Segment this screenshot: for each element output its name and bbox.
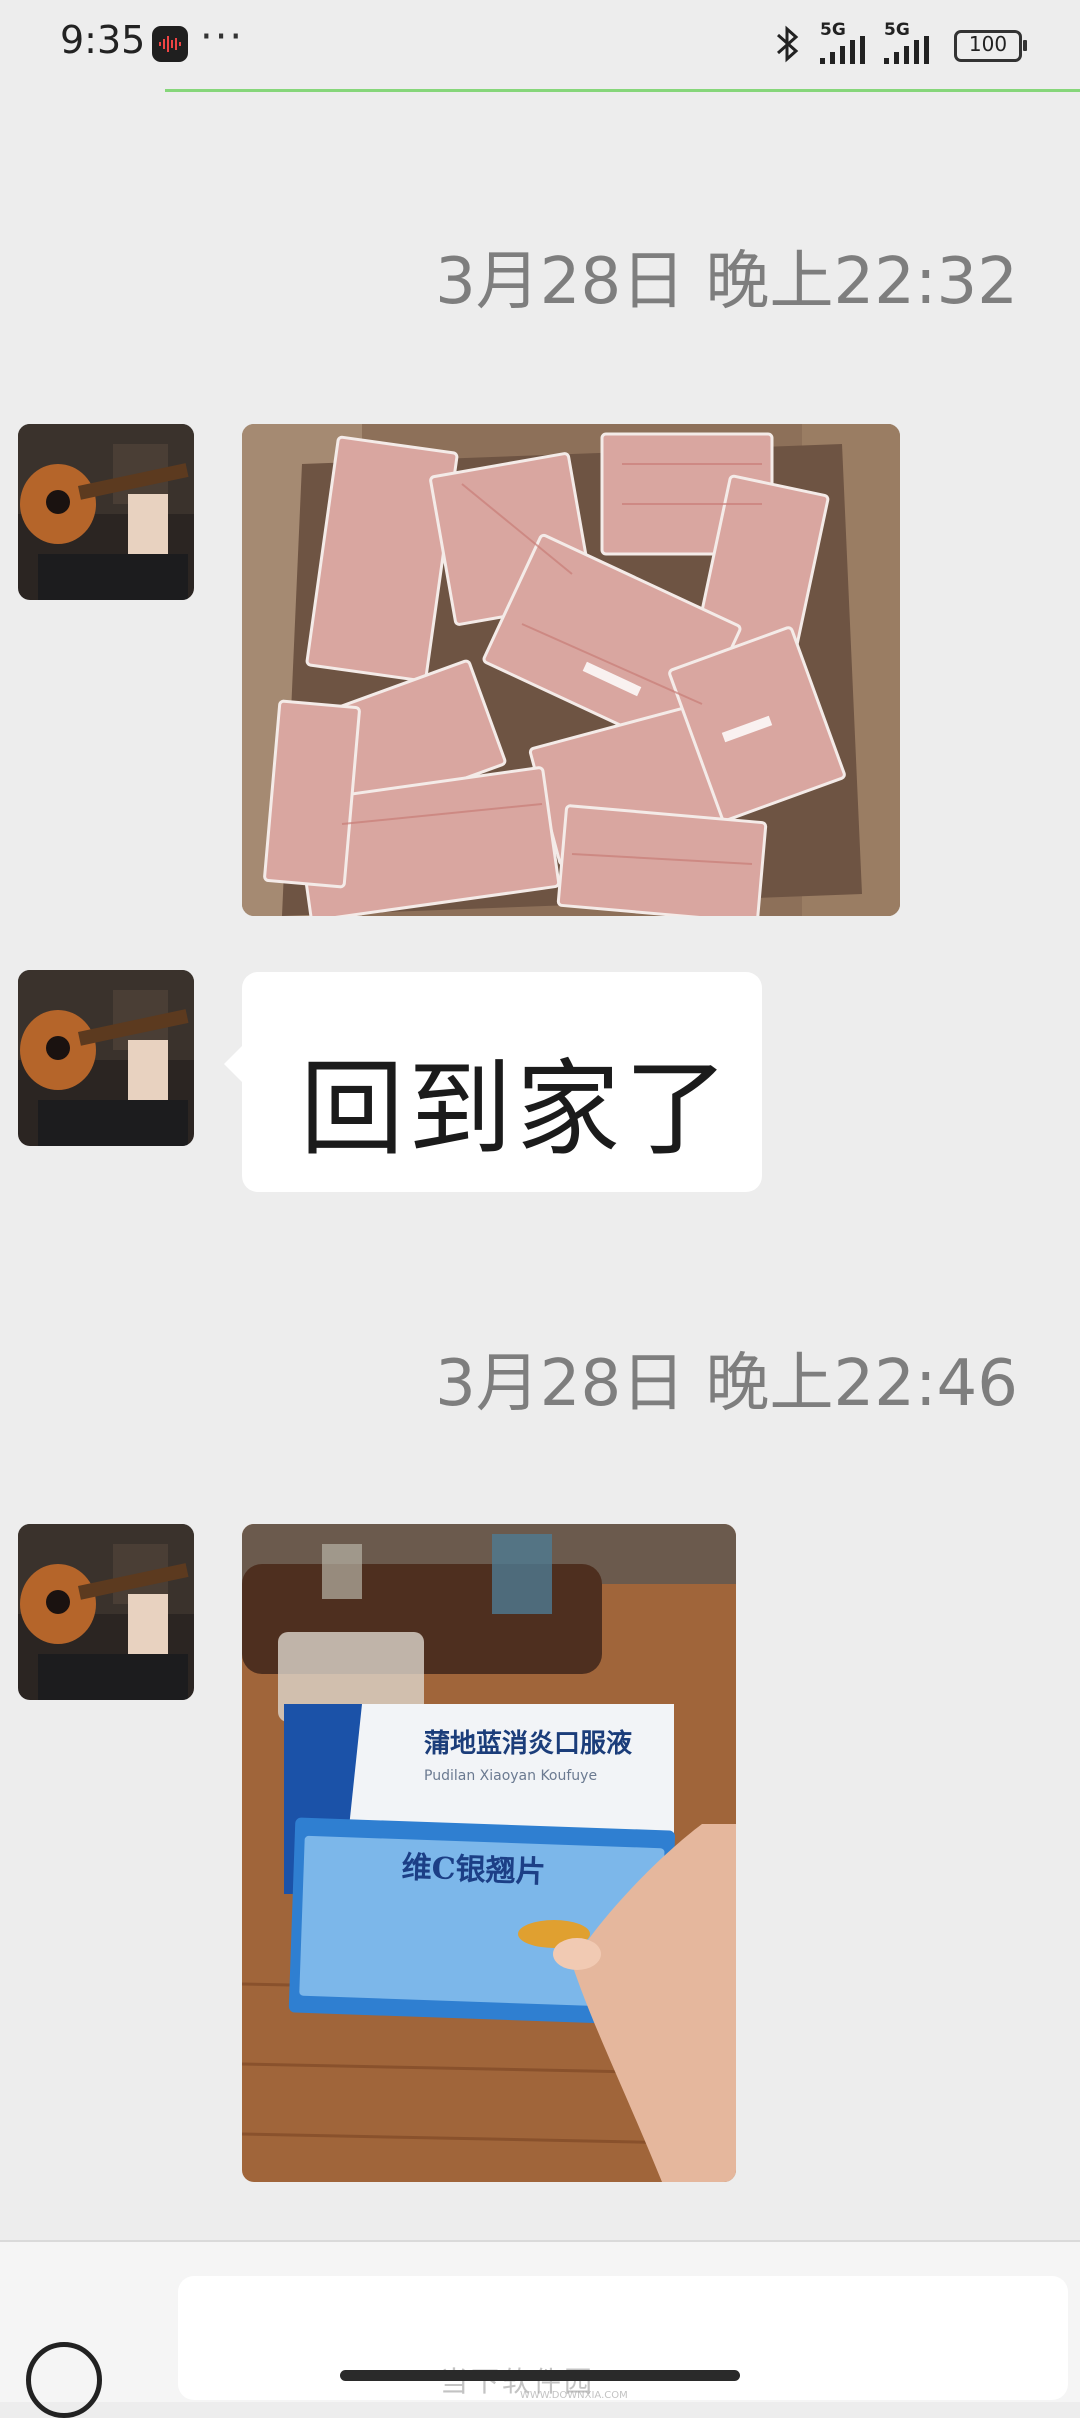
home-indicator[interactable] <box>340 2370 740 2381</box>
status-more-icon: ··· <box>200 14 245 60</box>
message-text: 回到家了 <box>300 1048 733 1170</box>
avatar[interactable] <box>18 1524 194 1700</box>
image-message-money[interactable] <box>242 424 900 916</box>
battery-icon: 100 <box>954 30 1027 62</box>
status-bar: 9:35 ··· 5G 5G 100 <box>0 0 1080 90</box>
voice-input-icon[interactable] <box>26 2342 102 2418</box>
avatar[interactable] <box>18 424 194 600</box>
text-message-bubble[interactable]: 回到家了 <box>224 972 762 1192</box>
chat-timestamp: 3月28日 晚上22:32 <box>435 245 1018 319</box>
medicine-box-title: 蒲地蓝消炎口服液 <box>424 1729 632 1759</box>
chat-timestamp: 3月28日 晚上22:46 <box>435 1347 1018 1421</box>
status-time: 9:35 <box>60 18 146 62</box>
avatar[interactable] <box>18 970 194 1146</box>
medicine-box2-title: 维C银翘片 <box>401 1850 546 1890</box>
image-message-medicine[interactable]: 蒲地蓝消炎口服液 Pudilan Xiaoyan Koufuye 维C银翘片 <box>242 1524 736 2182</box>
bluetooth-icon <box>777 25 799 63</box>
watermark-url: WWW.DOWNXIA.COM <box>520 2390 628 2401</box>
medicine-box-pinyin: Pudilan Xiaoyan Koufuye <box>424 1768 597 1784</box>
progress-line <box>165 89 1080 92</box>
recorder-app-icon <box>152 26 188 62</box>
message-input[interactable] <box>178 2276 1068 2400</box>
